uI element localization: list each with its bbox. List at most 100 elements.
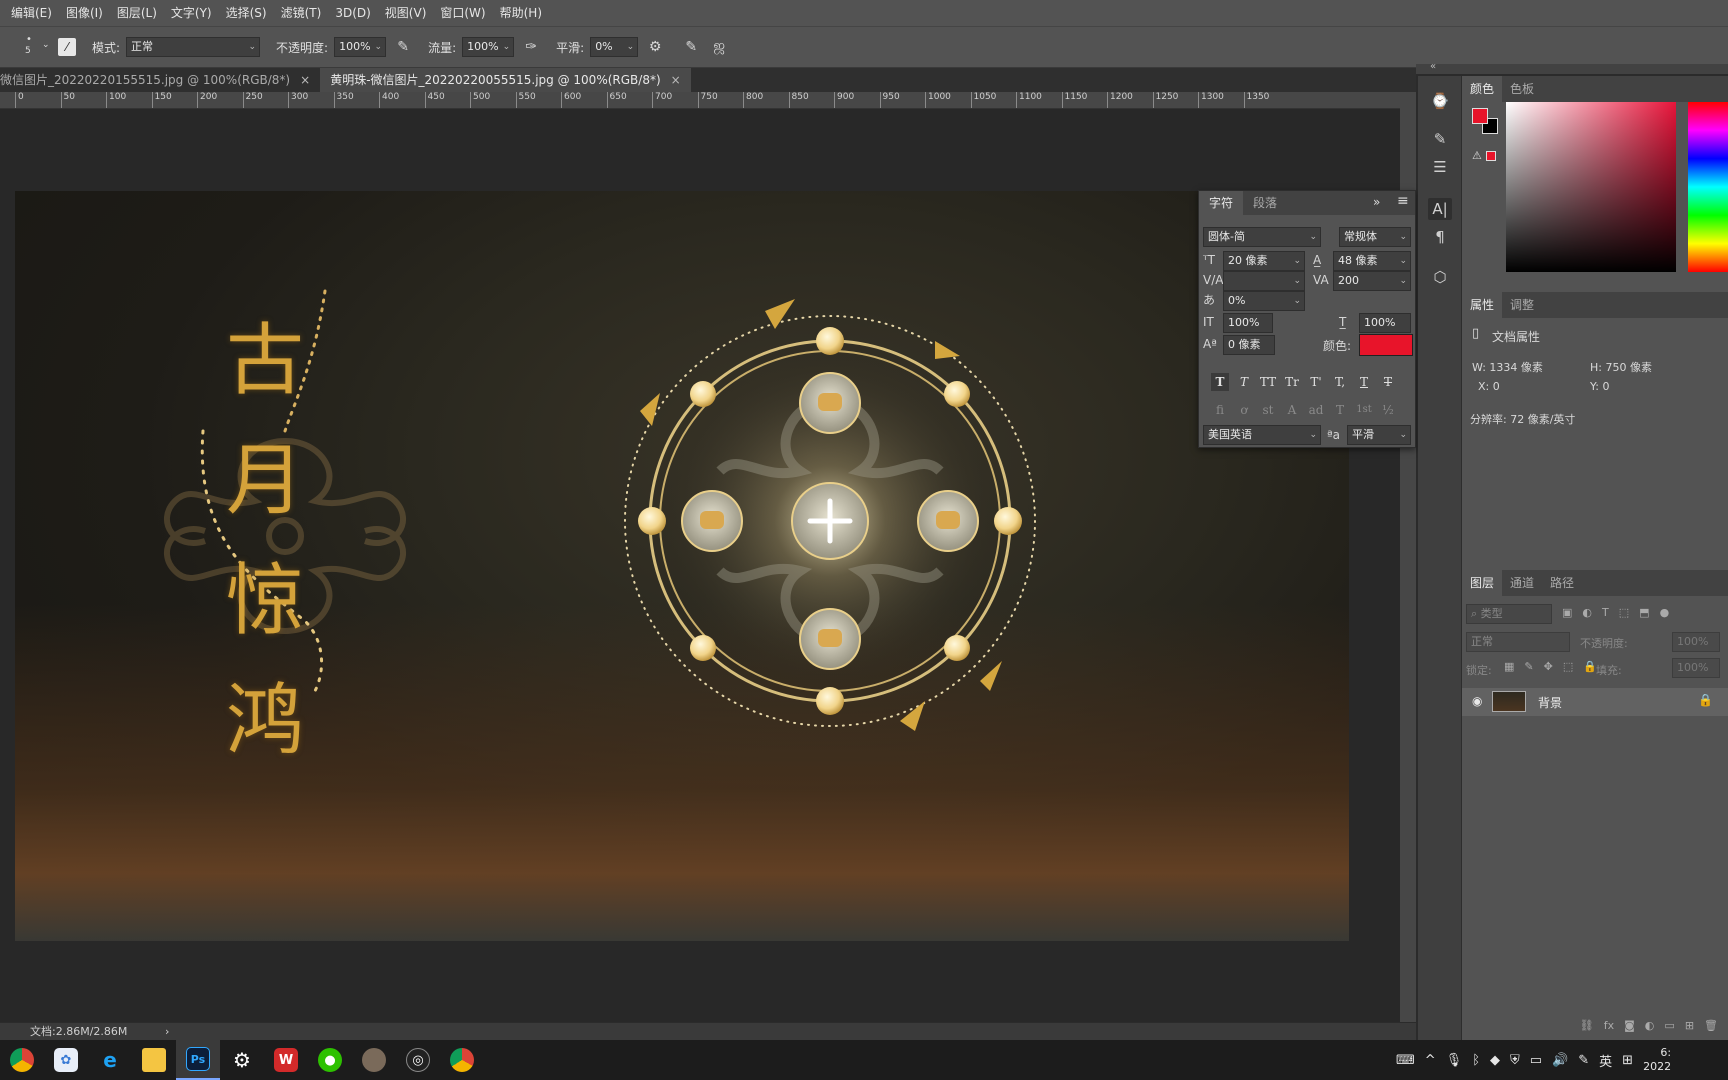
shield-icon[interactable]: ⛨ — [1510, 1053, 1520, 1068]
font-size-field[interactable]: 20 像素 ⌄ — [1223, 251, 1305, 271]
link-layers-icon[interactable]: ⛓ — [1580, 1019, 1594, 1032]
lock-paint-icon[interactable]: ✎ — [1524, 660, 1533, 673]
taskbar-chrome-2[interactable] — [440, 1040, 484, 1080]
flow-field[interactable]: 100% ⌄ — [462, 37, 515, 57]
adjustment-filter-icon[interactable]: ◐ — [1582, 606, 1592, 619]
bluetooth-icon[interactable]: ᛒ — [1472, 1053, 1480, 1068]
underline-button[interactable]: T — [1355, 373, 1373, 391]
taskbar-obs[interactable]: ◎ — [396, 1040, 440, 1080]
brush-icon[interactable]: ✎ — [1428, 128, 1452, 150]
taskbar-wechat[interactable]: ● — [308, 1040, 352, 1080]
color-picker-field[interactable] — [1506, 102, 1676, 272]
close-icon[interactable]: × — [300, 68, 310, 92]
superscript-button[interactable]: T' — [1307, 373, 1325, 391]
volume-icon[interactable]: 🔊 — [1552, 1053, 1568, 1068]
tab-properties[interactable]: 属性 — [1462, 292, 1503, 318]
tab-paths[interactable]: 路径 — [1542, 570, 1582, 596]
new-layer-icon[interactable]: ⊞ — [1685, 1019, 1694, 1032]
fractions-button[interactable]: ½ — [1379, 401, 1397, 419]
taskbar-explorer[interactable] — [132, 1040, 176, 1080]
taskbar-settings[interactable]: ⚙ — [220, 1040, 264, 1080]
layer-opacity-field[interactable]: 100% — [1672, 632, 1720, 652]
pressure-opacity-icon[interactable]: ✎ — [392, 36, 414, 58]
tray-app-icon[interactable]: ◆ — [1490, 1053, 1500, 1068]
antialias-select[interactable]: 平滑 ⌄ — [1347, 425, 1411, 445]
document-canvas[interactable]: 古 月 惊 鸿 — [15, 191, 1349, 941]
vertical-scale-field[interactable]: 100% — [1223, 313, 1273, 333]
tab-character[interactable]: 字符 — [1199, 191, 1244, 215]
layer-name[interactable]: 背景 — [1538, 694, 1562, 711]
blend-mode-select[interactable]: 正常 — [1466, 632, 1570, 652]
font-style-select[interactable]: 常规体 ⌄ — [1339, 227, 1411, 247]
clock[interactable]: 6: 2022 — [1643, 1046, 1671, 1074]
tab-paragraph[interactable]: 段落 — [1243, 191, 1287, 215]
kerning-field[interactable]: ⌄ — [1223, 271, 1305, 291]
expand-icon[interactable]: » — [1373, 195, 1380, 209]
taskbar-wps[interactable]: W — [264, 1040, 308, 1080]
smart-object-filter-icon[interactable]: ⬒ — [1639, 606, 1649, 619]
type-filter-icon[interactable]: T — [1602, 606, 1609, 619]
taskbar-photos[interactable]: ✿ — [44, 1040, 88, 1080]
swash-button[interactable]: A — [1283, 401, 1301, 419]
mode-select[interactable]: 正常 ⌄ — [126, 37, 261, 57]
text-color-swatch[interactable] — [1359, 334, 1413, 356]
shape-filter-icon[interactable]: ⬚ — [1619, 606, 1629, 619]
tsume-field[interactable]: 0% ⌄ — [1223, 291, 1305, 311]
small-caps-button[interactable]: Tr — [1283, 373, 1301, 391]
input-mode-icon[interactable]: ⊞ — [1622, 1053, 1633, 1068]
titling-alternates-button[interactable]: T — [1331, 401, 1349, 419]
menu-image[interactable]: 图像(I) — [59, 0, 110, 26]
fx-icon[interactable]: fx — [1604, 1019, 1614, 1032]
add-mask-icon[interactable]: ◙ — [1624, 1019, 1635, 1032]
brush-settings-icon[interactable]: ☰ — [1428, 156, 1452, 178]
layer-filter-field[interactable]: ⌕ 类型 — [1466, 604, 1552, 624]
menu-select[interactable]: 选择(S) — [219, 0, 274, 26]
smoothing-field[interactable]: 0% ⌄ — [590, 37, 639, 57]
faux-bold-button[interactable]: T — [1211, 373, 1229, 391]
airbrush-icon[interactable]: ✑ — [520, 36, 542, 58]
ordinals-button[interactable]: 1st — [1355, 401, 1373, 419]
lock-pixels-icon[interactable]: ▦ — [1504, 660, 1514, 673]
fill-field[interactable]: 100% — [1672, 658, 1720, 678]
ligatures-button[interactable]: fi — [1211, 401, 1229, 419]
character-panel-icon[interactable]: A| — [1428, 198, 1452, 220]
contextual-alternates-button[interactable]: ơ — [1235, 401, 1253, 419]
language-select[interactable]: 美国英语 ⌄ — [1203, 425, 1321, 445]
chevron-up-icon[interactable]: ^ — [1425, 1053, 1436, 1068]
gamut-swatch[interactable] — [1486, 151, 1496, 161]
status-arrow[interactable]: › — [165, 1023, 169, 1041]
tab-color[interactable]: 颜色 — [1462, 76, 1503, 102]
3d-cube-icon[interactable]: ⬡ — [1428, 266, 1452, 288]
eye-icon[interactable]: ◉ — [1472, 694, 1482, 708]
menu-window[interactable]: 窗口(W) — [433, 0, 492, 26]
symmetry-butterfly-icon[interactable]: ஜ — [708, 36, 730, 58]
opacity-field[interactable]: 100% ⌄ — [334, 37, 387, 57]
adjustment-layer-icon[interactable]: ◐ — [1645, 1019, 1655, 1032]
baseline-shift-field[interactable]: 0 像素 — [1223, 335, 1275, 355]
menu-view[interactable]: 视图(V) — [378, 0, 434, 26]
strikethrough-button[interactable]: T — [1379, 373, 1397, 391]
gear-icon[interactable]: ⚙ — [644, 36, 666, 58]
collapse-icon[interactable]: « — [1430, 61, 1436, 72]
new-group-icon[interactable]: ▭ — [1664, 1019, 1674, 1032]
stylistic-alternates-button[interactable]: ad — [1307, 401, 1325, 419]
tracking-field[interactable]: 200 ⌄ — [1333, 271, 1411, 291]
hue-slider[interactable] — [1688, 102, 1728, 272]
faux-italic-button[interactable]: T — [1235, 373, 1253, 391]
close-icon[interactable]: × — [671, 68, 681, 92]
panel-collapse-bar[interactable]: « — [1416, 61, 1728, 74]
menu-type[interactable]: 文字(Y) — [164, 0, 219, 26]
leading-field[interactable]: 48 像素 ⌄ — [1333, 251, 1411, 271]
tab-document-1[interactable]: 微信图片_20220220155515.jpg @ 100%(RGB/8*) × — [0, 68, 320, 92]
taskbar-avatar-app[interactable] — [352, 1040, 396, 1080]
layer-row[interactable]: ◉ 背景 🔒 — [1462, 688, 1728, 716]
horizontal-ruler[interactable]: 0 50 100 150 200 250 300 350 400 450 500 550 600 650 7… — [0, 92, 1400, 109]
panel-menu-icon[interactable]: ≡ — [1397, 193, 1409, 209]
lock-position-icon[interactable]: ✥ — [1544, 660, 1553, 673]
tab-swatches[interactable]: 色板 — [1502, 76, 1542, 102]
font-family-select[interactable]: 圆体-简 ⌄ — [1203, 227, 1321, 247]
pressure-size-icon[interactable]: ✎ — [680, 36, 702, 58]
canvas-workspace[interactable]: 古 月 惊 鸿 — [0, 109, 1400, 1026]
subscript-button[interactable]: T, — [1331, 373, 1349, 391]
lock-artboard-icon[interactable]: ⬚ — [1563, 660, 1573, 673]
